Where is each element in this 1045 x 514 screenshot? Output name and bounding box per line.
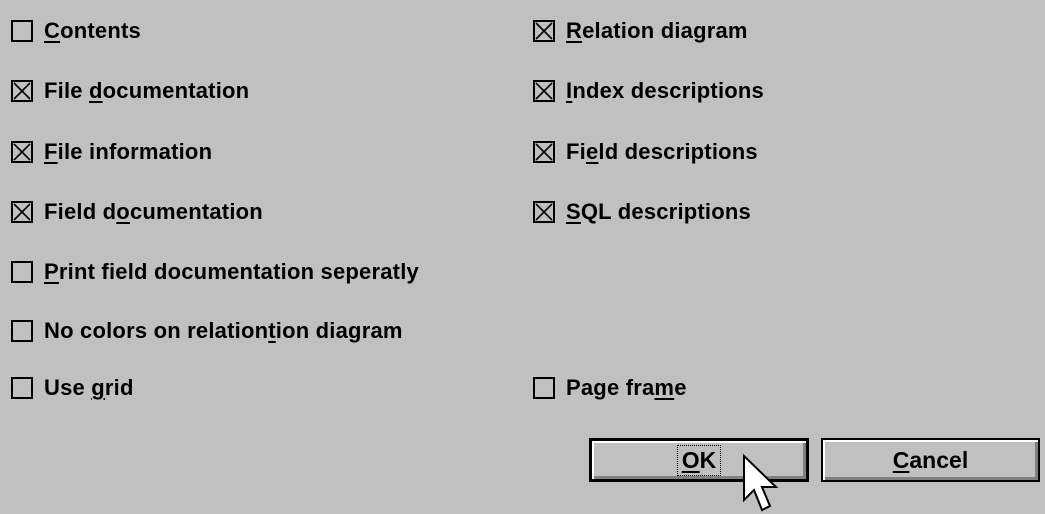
checkmark-x-icon: [13, 143, 31, 161]
checkbox-relation-diagram[interactable]: Relation diagram: [533, 14, 748, 48]
checkmark-x-icon: [535, 82, 553, 100]
checkbox-label: Print field documentation seperatly: [44, 259, 419, 284]
checkbox-sql-descriptions[interactable]: SQL descriptions: [533, 195, 751, 229]
checkbox-box[interactable]: [11, 377, 33, 399]
checkbox-file-information[interactable]: File information: [11, 135, 212, 169]
checkbox-use-grid[interactable]: Use grid: [11, 371, 134, 405]
checkbox-field-documentation[interactable]: Field documentation: [11, 195, 263, 229]
checkbox-print-field-documentation-seperatly[interactable]: Print field documentation seperatly: [11, 255, 419, 289]
checkbox-box[interactable]: [11, 320, 33, 342]
checkbox-label: Index descriptions: [566, 78, 764, 103]
checkmark-x-icon: [13, 82, 31, 100]
checkmark-x-icon: [535, 203, 553, 221]
checkbox-box[interactable]: [533, 80, 555, 102]
checkbox-label: Page frame: [566, 375, 687, 400]
checkbox-label: Field documentation: [44, 199, 263, 224]
checkmark-x-icon: [535, 22, 553, 40]
checkbox-contents[interactable]: Contents: [11, 14, 141, 48]
ok-button-label: OK: [676, 444, 722, 476]
checkmark-x-icon: [535, 143, 553, 161]
checkbox-box[interactable]: [11, 20, 33, 42]
checkbox-label: File information: [44, 139, 213, 164]
checkmark-x-icon: [13, 203, 31, 221]
checkbox-label: Use grid: [44, 375, 134, 400]
cancel-button-label: Cancel: [892, 446, 969, 473]
ok-button[interactable]: OK: [589, 438, 809, 482]
checkbox-label: No colors on relationtion diagram: [44, 318, 403, 343]
checkbox-label: File documentation: [44, 78, 250, 103]
checkbox-label: Contents: [44, 18, 141, 43]
checkbox-no-colors-on-relationtion-diagram[interactable]: No colors on relationtion diagram: [11, 314, 403, 348]
checkbox-box[interactable]: [533, 141, 555, 163]
cancel-button[interactable]: Cancel: [821, 438, 1040, 482]
checkbox-label: Relation diagram: [566, 18, 748, 43]
checkbox-box[interactable]: [11, 141, 33, 163]
checkbox-box[interactable]: [11, 80, 33, 102]
checkbox-box[interactable]: [533, 377, 555, 399]
checkbox-file-documentation[interactable]: File documentation: [11, 74, 249, 108]
report-options-dialog: Contents File documentation File informa…: [0, 0, 1045, 514]
checkbox-box[interactable]: [533, 20, 555, 42]
checkbox-label: SQL descriptions: [566, 199, 751, 224]
checkbox-box[interactable]: [533, 201, 555, 223]
checkbox-index-descriptions[interactable]: Index descriptions: [533, 74, 764, 108]
checkbox-page-frame[interactable]: Page frame: [533, 371, 687, 405]
checkbox-field-descriptions[interactable]: Field descriptions: [533, 135, 758, 169]
checkbox-box[interactable]: [11, 201, 33, 223]
checkbox-label: Field descriptions: [566, 139, 758, 164]
checkbox-box[interactable]: [11, 261, 33, 283]
